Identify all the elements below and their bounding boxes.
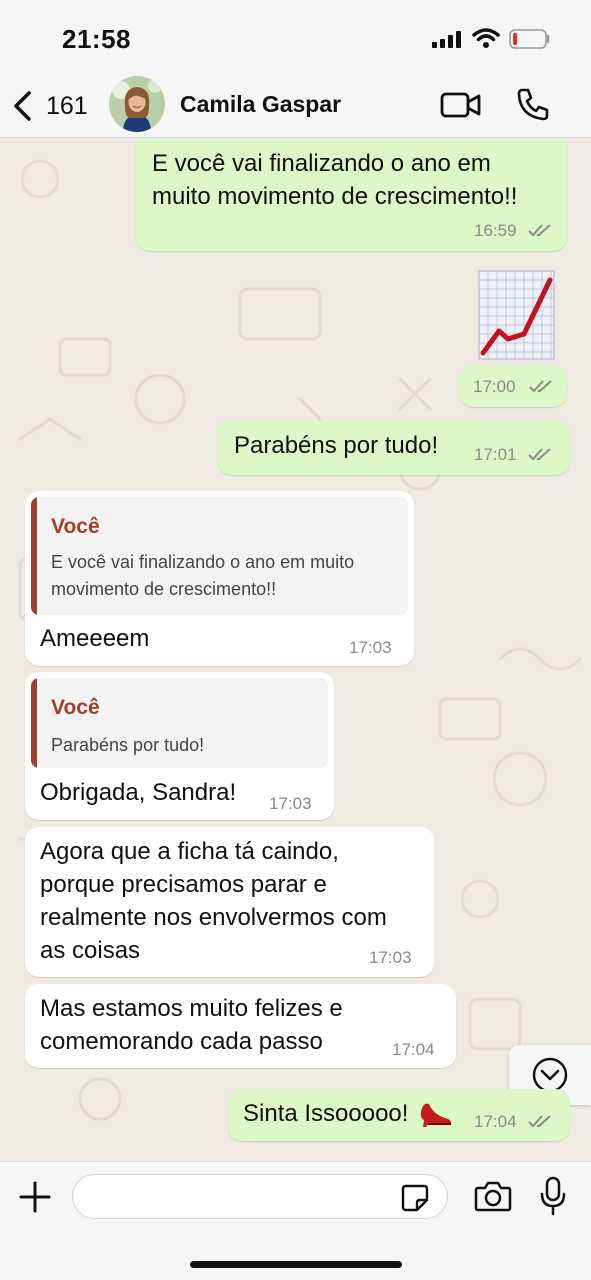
message-time: 17:03: [349, 638, 392, 657]
wifi-icon: [472, 28, 500, 48]
message-text: realmente nos envolvermos com: [40, 904, 387, 931]
chat-header: 161 Camila Gaspar: [0, 76, 591, 138]
video-call-icon[interactable]: [440, 90, 482, 120]
incoming-reply-message[interactable]: Você E você vai finalizando o ano em mui…: [25, 491, 414, 666]
outgoing-sticker-time: 17:00: [459, 366, 567, 407]
incoming-reply-message[interactable]: Você Parabéns por tudo! Obrigada, Sandra…: [25, 672, 334, 820]
composer-bar: [0, 1161, 591, 1280]
outgoing-message[interactable]: E você vai finalizando o ano em muito mo…: [136, 139, 567, 251]
outgoing-message[interactable]: Parabéns por tudo! 17:01: [218, 421, 570, 475]
message-text: Ameeeem: [40, 625, 150, 652]
message-input[interactable]: [72, 1174, 448, 1219]
quoted-message[interactable]: Você E você vai finalizando o ano em mui…: [31, 497, 408, 615]
incoming-message[interactable]: Mas estamos muito felizes e comemorando …: [25, 984, 456, 1068]
message-time: 17:04: [392, 1040, 435, 1059]
outgoing-message[interactable]: Sinta Issooooo! 17:04: [228, 1089, 570, 1141]
back-chevron-icon[interactable]: [10, 90, 36, 122]
message-text: porque precisamos parar e: [40, 871, 327, 898]
message-time: 17:01: [474, 445, 517, 464]
high-heel-emoji: [420, 1103, 452, 1127]
quote-author: Você: [51, 515, 100, 538]
check-double-icon: [528, 224, 551, 237]
quote-accent-bar: [31, 497, 37, 615]
incoming-message[interactable]: Agora que a ficha tá caindo, porque prec…: [25, 827, 434, 977]
voice-call-icon[interactable]: [516, 87, 550, 121]
message-time: 17:00: [473, 377, 516, 396]
message-text: Obrigada, Sandra!: [40, 779, 237, 806]
message-text: comemorando cada passo: [40, 1028, 323, 1055]
quote-accent-bar: [31, 678, 37, 768]
battery-icon: [509, 29, 550, 49]
message-text: muito movimento de crescimento!!: [152, 183, 518, 210]
check-double-icon: [528, 448, 551, 461]
chart-increasing-emoji[interactable]: [478, 270, 555, 360]
status-time: 21:58: [62, 24, 131, 54]
message-text: Sinta Issooooo!: [243, 1100, 409, 1127]
camera-icon[interactable]: [474, 1180, 512, 1212]
signal-icon: [432, 31, 461, 48]
sticker-icon[interactable]: [400, 1183, 430, 1213]
message-text: E você vai finalizando o ano em: [152, 150, 491, 177]
avatar[interactable]: [109, 76, 165, 132]
contact-name[interactable]: Camila Gaspar: [180, 91, 341, 118]
unread-count[interactable]: 161: [46, 92, 88, 121]
message-time: 16:59: [474, 221, 517, 240]
message-text: Agora que a ficha tá caindo,: [40, 838, 339, 865]
quote-text: Parabéns por tudo!: [51, 735, 205, 755]
message-time: 17:03: [269, 794, 312, 813]
message-time: 17:04: [474, 1112, 517, 1131]
home-indicator: [190, 1261, 402, 1268]
quote-text: E você vai finalizando o ano em muito: [51, 552, 355, 572]
chat-area[interactable]: E você vai finalizando o ano em muito mo…: [0, 139, 591, 1161]
check-double-icon: [529, 380, 552, 393]
message-time: 17:03: [369, 948, 412, 967]
microphone-icon[interactable]: [539, 1176, 567, 1216]
quoted-message[interactable]: Você Parabéns por tudo!: [31, 678, 328, 768]
message-text: as coisas: [40, 937, 141, 964]
message-text: Parabéns por tudo!: [234, 432, 439, 459]
status-bar: 21:58: [0, 0, 591, 78]
message-text: Mas estamos muito felizes e: [40, 995, 343, 1022]
plus-icon[interactable]: [18, 1180, 52, 1214]
quote-text: movimento de crescimento!!: [51, 579, 277, 599]
check-double-icon: [528, 1115, 551, 1128]
quote-author: Você: [51, 696, 100, 719]
